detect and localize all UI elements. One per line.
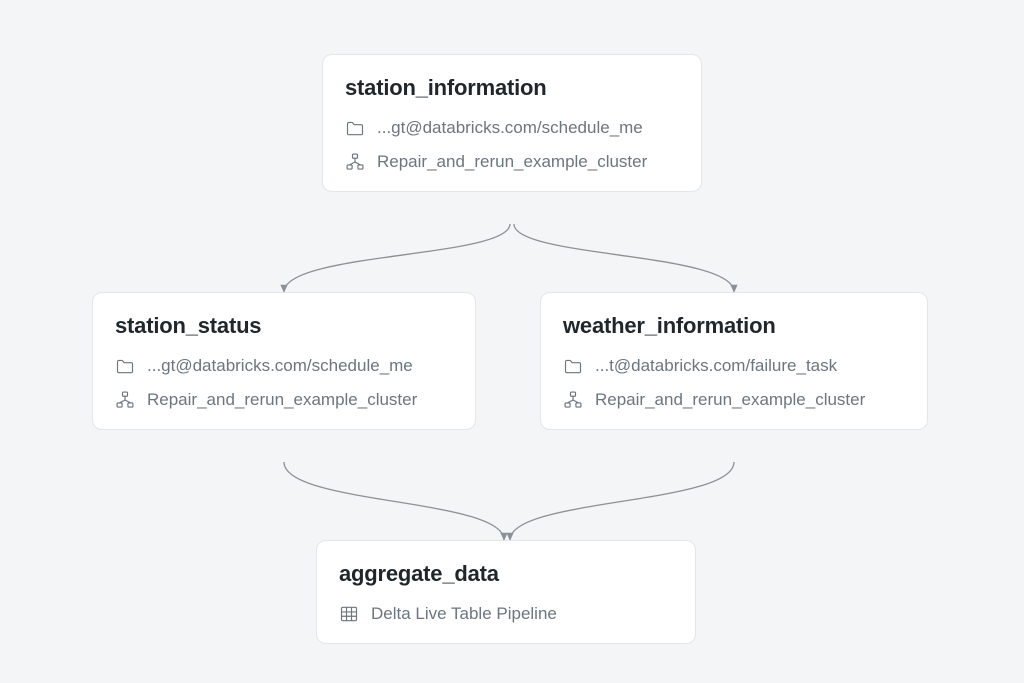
task-path-row: ...gt@databricks.com/schedule_me	[115, 355, 453, 377]
task-path-row: ...t@databricks.com/failure_task	[563, 355, 905, 377]
edge-station-information-to-weather-information	[514, 224, 734, 292]
folder-icon	[345, 118, 365, 138]
edge-weather-information-to-aggregate-data	[510, 462, 734, 540]
task-cluster-row: Repair_and_rerun_example_cluster	[345, 151, 679, 173]
task-cluster: Repair_and_rerun_example_cluster	[147, 389, 417, 411]
folder-icon	[115, 356, 135, 376]
task-cluster-row: Repair_and_rerun_example_cluster	[563, 389, 905, 411]
table-icon	[339, 604, 359, 624]
task-path: ...t@databricks.com/failure_task	[595, 355, 837, 377]
cluster-icon	[345, 152, 365, 172]
dag-canvas: station_information ...gt@databricks.com…	[0, 0, 1024, 683]
task-cluster: Repair_and_rerun_example_cluster	[595, 389, 865, 411]
task-path-row: ...gt@databricks.com/schedule_me	[345, 117, 679, 139]
task-cluster-row: Repair_and_rerun_example_cluster	[115, 389, 453, 411]
cluster-icon	[115, 390, 135, 410]
edge-station-status-to-aggregate-data	[284, 462, 504, 540]
task-path: ...gt@databricks.com/schedule_me	[147, 355, 413, 377]
task-node-aggregate-data[interactable]: aggregate_data Delta Live Table Pipeline	[316, 540, 696, 644]
task-pipeline: Delta Live Table Pipeline	[371, 603, 557, 625]
task-node-station-information[interactable]: station_information ...gt@databricks.com…	[322, 54, 702, 192]
task-node-station-status[interactable]: station_status ...gt@databricks.com/sche…	[92, 292, 476, 430]
task-title: weather_information	[563, 313, 905, 339]
task-title: station_status	[115, 313, 453, 339]
task-node-weather-information[interactable]: weather_information ...t@databricks.com/…	[540, 292, 928, 430]
task-pipeline-row: Delta Live Table Pipeline	[339, 603, 673, 625]
task-title: station_information	[345, 75, 679, 101]
task-path: ...gt@databricks.com/schedule_me	[377, 117, 643, 139]
edge-station-information-to-station-status	[284, 224, 510, 292]
folder-icon	[563, 356, 583, 376]
cluster-icon	[563, 390, 583, 410]
task-cluster: Repair_and_rerun_example_cluster	[377, 151, 647, 173]
task-title: aggregate_data	[339, 561, 673, 587]
